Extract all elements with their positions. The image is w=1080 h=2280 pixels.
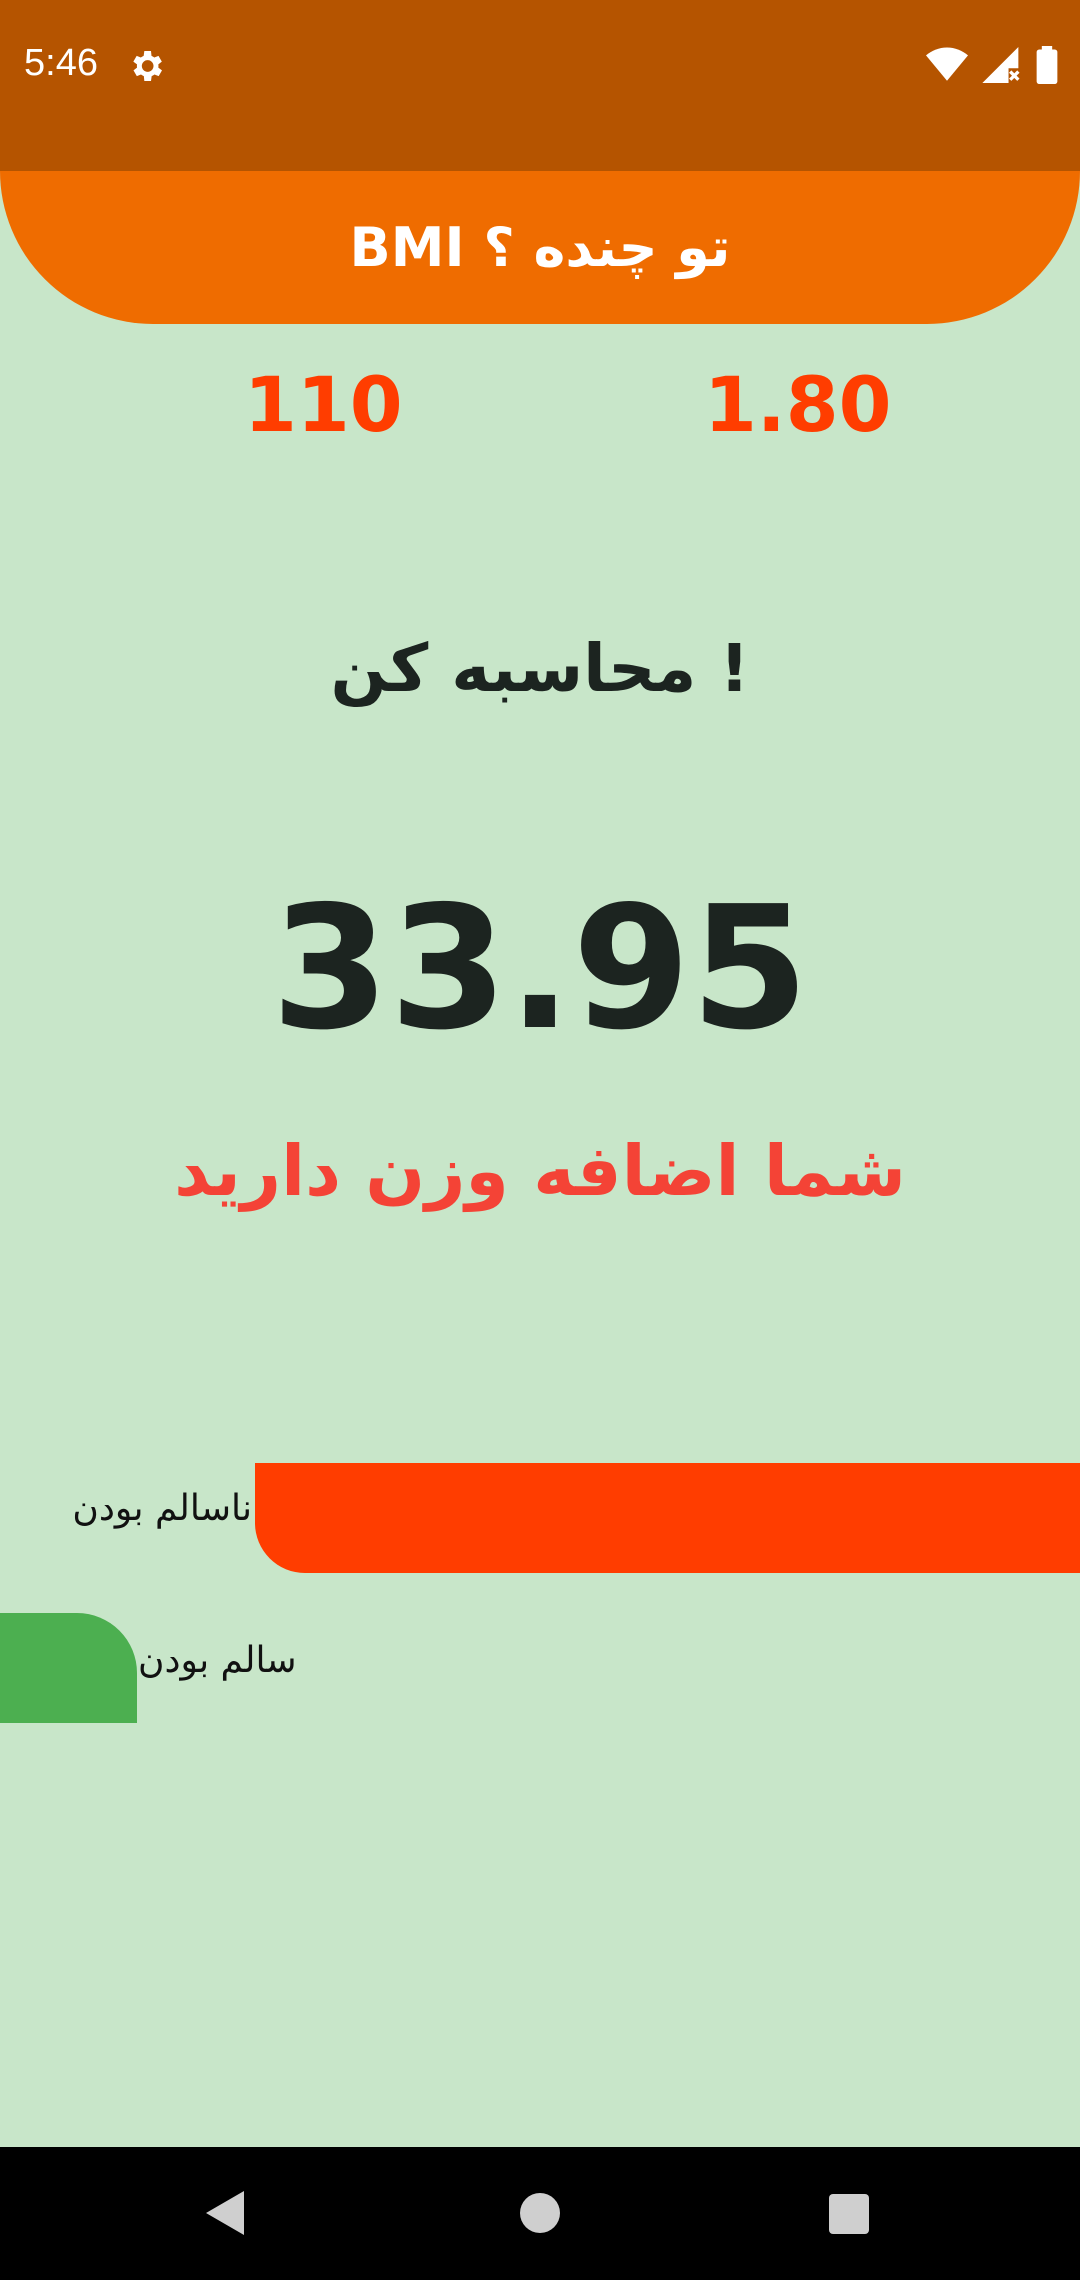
- app-title: BMI تو چنده ؟: [349, 216, 731, 279]
- weight-input[interactable]: 110: [244, 360, 403, 449]
- bmi-result: 33.95: [271, 870, 809, 1068]
- signal-icon: [982, 47, 1022, 87]
- bmi-message: شما اضافه وزن دارید: [174, 1130, 906, 1212]
- status-time: 5:46: [24, 42, 98, 84]
- app-bar: BMI تو چنده ؟: [0, 171, 1080, 324]
- settings-icon: [126, 46, 166, 86]
- calculate-button[interactable]: محاسبه کن !: [0, 630, 1080, 707]
- home-icon[interactable]: [510, 2183, 570, 2243]
- height-input[interactable]: 1.80: [704, 360, 892, 449]
- unhealthy-label: ناسالم بودن: [72, 1488, 252, 1529]
- status-icons: [926, 46, 1058, 88]
- back-icon[interactable]: [196, 2183, 256, 2243]
- status-bar: 5:46: [0, 0, 1080, 171]
- recents-icon[interactable]: [818, 2183, 878, 2243]
- healthy-bar: [0, 1613, 137, 1723]
- unhealthy-bar: [255, 1463, 1080, 1573]
- healthy-label: سالم بودن: [138, 1640, 297, 1681]
- battery-icon: [1036, 46, 1058, 88]
- wifi-icon: [926, 47, 968, 87]
- navigation-bar: [0, 2147, 1080, 2280]
